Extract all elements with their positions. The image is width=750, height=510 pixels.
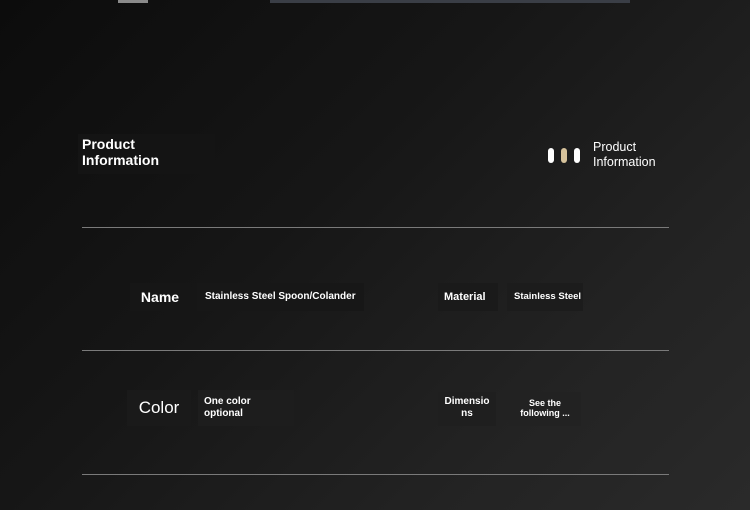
- dimensions-value-line1: See the: [528, 398, 561, 408]
- pill-icon: [548, 147, 554, 163]
- divider-middle: [82, 350, 669, 351]
- divider-bottom: [82, 474, 669, 475]
- dimensions-value: See the following ...: [509, 392, 581, 426]
- color-value: One color optional: [198, 390, 294, 426]
- material-label: Material: [438, 283, 498, 311]
- badge-label: Product Information: [593, 140, 656, 170]
- badge-label-line1: Product: [593, 140, 637, 154]
- color-label: Color: [127, 390, 191, 426]
- dimensions-value-line2: following ...: [520, 408, 570, 418]
- section-title-line2: Information: [82, 152, 159, 168]
- color-value-line1: One color: [204, 396, 251, 407]
- name-value: Stainless Steel Spoon/Colander: [197, 283, 364, 311]
- color-value-line2: optional: [204, 408, 243, 419]
- section-badge: Product Information: [548, 138, 656, 172]
- dimensions-label-line2: ns: [461, 408, 473, 419]
- section-title-line1: Product: [82, 136, 135, 152]
- top-strip-segment: [270, 0, 630, 3]
- dimensions-label-line1: Dimensio: [444, 396, 490, 407]
- divider-top: [82, 227, 669, 228]
- pill-icon: [574, 147, 580, 163]
- pill-icon: [561, 147, 567, 163]
- material-value: Stainless Steel: [507, 283, 583, 311]
- section-title: Product Information: [78, 134, 215, 174]
- name-label: Name: [130, 283, 190, 311]
- top-strip-segment: [118, 0, 148, 3]
- badge-label-line2: Information: [593, 155, 656, 169]
- top-image-strip: [0, 0, 750, 3]
- dimensions-label: Dimensio ns: [438, 392, 496, 426]
